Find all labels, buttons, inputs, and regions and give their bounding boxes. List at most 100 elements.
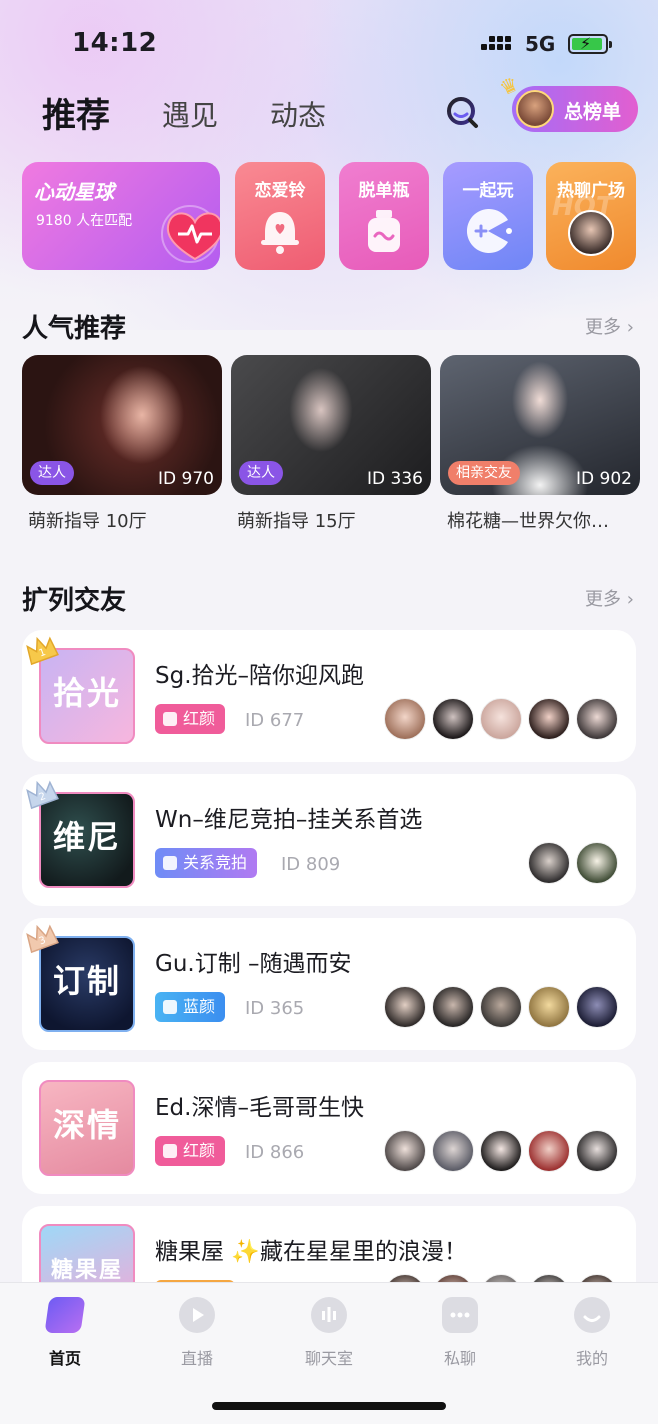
room-id: ID 365 xyxy=(245,998,305,1019)
tab-live[interactable]: 直播 xyxy=(152,1297,242,1369)
cover-text: 拾光 xyxy=(52,674,121,712)
ranking-label: 总榜单 xyxy=(564,101,622,123)
member-avatars xyxy=(384,1130,618,1172)
room-cover: 拾光 xyxy=(39,648,135,744)
popular-room-name: 萌新指导 15厅 xyxy=(237,511,356,532)
feature-title: 心动星球 xyxy=(34,180,114,204)
room-card[interactable]: 深情 Ed.深情–毛哥哥生快 红颜 ID 866 xyxy=(22,1062,636,1194)
feature-title: 脱单瓶 xyxy=(358,181,410,201)
room-card[interactable]: 拾光 1 Sg.拾光–陪你迎风跑 红颜 ID 677 xyxy=(22,630,636,762)
room-id: ID 677 xyxy=(245,710,305,731)
avatar xyxy=(528,1130,570,1172)
home-icon xyxy=(44,1297,86,1333)
room-id: ID 902 xyxy=(576,469,632,489)
popular-room-name: 棉花糖—世界欠你… xyxy=(447,511,609,532)
battery-icon: ⚡ xyxy=(568,34,612,54)
feature-play-together[interactable]: 一起玩 xyxy=(443,162,533,270)
cover-text: 糖果屋 xyxy=(50,1257,123,1283)
room-title: 糖果屋 ✨藏在星星里的浪漫！ xyxy=(155,1239,467,1265)
popular-card[interactable]: 达人 ID 336 xyxy=(231,355,431,495)
avatar xyxy=(528,842,570,884)
play-icon xyxy=(179,1297,215,1333)
room-title: Sg.拾光–陪你迎风跑 xyxy=(155,663,365,689)
avatar xyxy=(576,986,618,1028)
avatar xyxy=(432,1130,474,1172)
network-type: 5G xyxy=(525,32,556,56)
room-card[interactable]: 维尼 2 Wn–维尼竞拍–挂关系首选 关系竞拍 ID 809 xyxy=(22,774,636,906)
chatroom-icon xyxy=(311,1297,347,1333)
room-cover: 维尼 xyxy=(39,792,135,888)
popular-more-link[interactable]: 更多 › xyxy=(585,313,634,339)
signal-icon xyxy=(481,34,517,56)
badge-icon xyxy=(163,712,177,726)
popular-card[interactable]: 达人 ID 970 xyxy=(22,355,222,495)
tab-moments[interactable]: 动态 xyxy=(270,94,326,134)
room-title: Ed.深情–毛哥哥生快 xyxy=(155,1095,364,1121)
feature-single-bottle[interactable]: 脱单瓶 xyxy=(339,162,429,270)
room-badge: 红颜 xyxy=(155,1136,226,1166)
badge-icon xyxy=(163,856,177,870)
chevron-right-icon: › xyxy=(626,317,634,338)
message-icon xyxy=(442,1297,478,1333)
room-badge: 关系竞拍 xyxy=(155,848,258,878)
popular-card[interactable]: 相亲交友 ID 902 xyxy=(440,355,640,495)
tab-label: 直播 xyxy=(180,1349,213,1368)
room-id: ID 336 xyxy=(367,469,423,489)
status-bar: 14:12 5G ⚡ xyxy=(0,0,658,88)
room-id: ID 809 xyxy=(281,854,341,875)
feature-title: 恋爱铃 xyxy=(254,181,306,201)
rooms-more-link[interactable]: 更多 › xyxy=(585,585,634,611)
member-avatars xyxy=(384,698,618,740)
bottle-icon xyxy=(368,210,400,252)
room-badge: 蓝颜 xyxy=(155,992,226,1022)
home-indicator xyxy=(212,1402,446,1410)
avatar xyxy=(528,986,570,1028)
room-title: Wn–维尼竞拍–挂关系首选 xyxy=(155,807,423,833)
member-avatars xyxy=(384,986,618,1028)
room-card[interactable]: 订制 3 Gu.订制 –随遇而安 蓝颜 ID 365 xyxy=(22,918,636,1050)
feature-subtitle: 9180 人在匹配 xyxy=(36,213,133,229)
tab-recommend[interactable]: 推荐 xyxy=(42,88,110,141)
tab-home[interactable]: 首页 xyxy=(20,1297,110,1369)
avatar xyxy=(576,1130,618,1172)
member-avatars xyxy=(528,842,618,884)
bell-icon xyxy=(261,212,299,254)
chevron-right-icon: › xyxy=(626,589,634,610)
room-cover: 订制 xyxy=(39,936,135,1032)
feature-hot-chat-square[interactable]: HOT 热聊广场 xyxy=(546,162,636,270)
tab-label: 我的 xyxy=(575,1349,608,1368)
avatar xyxy=(480,1130,522,1172)
tab-chatroom[interactable]: 聊天室 xyxy=(284,1297,374,1369)
search-icon[interactable] xyxy=(444,94,480,130)
avatar xyxy=(568,210,614,256)
avatar xyxy=(480,986,522,1028)
cover-text: 维尼 xyxy=(52,818,121,856)
room-tag: 相亲交友 xyxy=(448,461,520,485)
feature-heart-planet[interactable]: 心动星球 9180 人在匹配 xyxy=(22,162,220,270)
tab-private-chat[interactable]: 私聊 xyxy=(415,1297,505,1369)
game-icon xyxy=(466,209,512,253)
avatar xyxy=(576,698,618,740)
room-title: Gu.订制 –随遇而安 xyxy=(155,951,352,977)
room-id: ID 970 xyxy=(158,469,214,489)
cover-text: 订制 xyxy=(52,962,121,1000)
avatar xyxy=(576,842,618,884)
feature-title: 一起玩 xyxy=(462,181,514,201)
tab-me[interactable]: 我的 xyxy=(547,1297,637,1369)
profile-icon xyxy=(574,1297,610,1333)
status-time: 14:12 xyxy=(72,28,158,58)
feature-love-bell[interactable]: 恋爱铃 xyxy=(235,162,325,270)
tab-meet[interactable]: 遇见 xyxy=(162,94,218,134)
avatar xyxy=(480,698,522,740)
ranking-avatar xyxy=(516,90,554,128)
ranking-button[interactable]: ♛ 总榜单 xyxy=(496,71,638,132)
cover-text: 深情 xyxy=(52,1106,121,1144)
popular-room-name: 萌新指导 10厅 xyxy=(28,511,147,532)
tab-label: 私聊 xyxy=(443,1349,476,1368)
heart-icon xyxy=(161,205,220,263)
room-tag: 达人 xyxy=(239,461,283,485)
avatar xyxy=(384,1130,426,1172)
badge-icon xyxy=(163,1000,177,1014)
tab-label: 聊天室 xyxy=(304,1349,353,1368)
section-title-popular: 人气推荐 xyxy=(22,314,127,344)
